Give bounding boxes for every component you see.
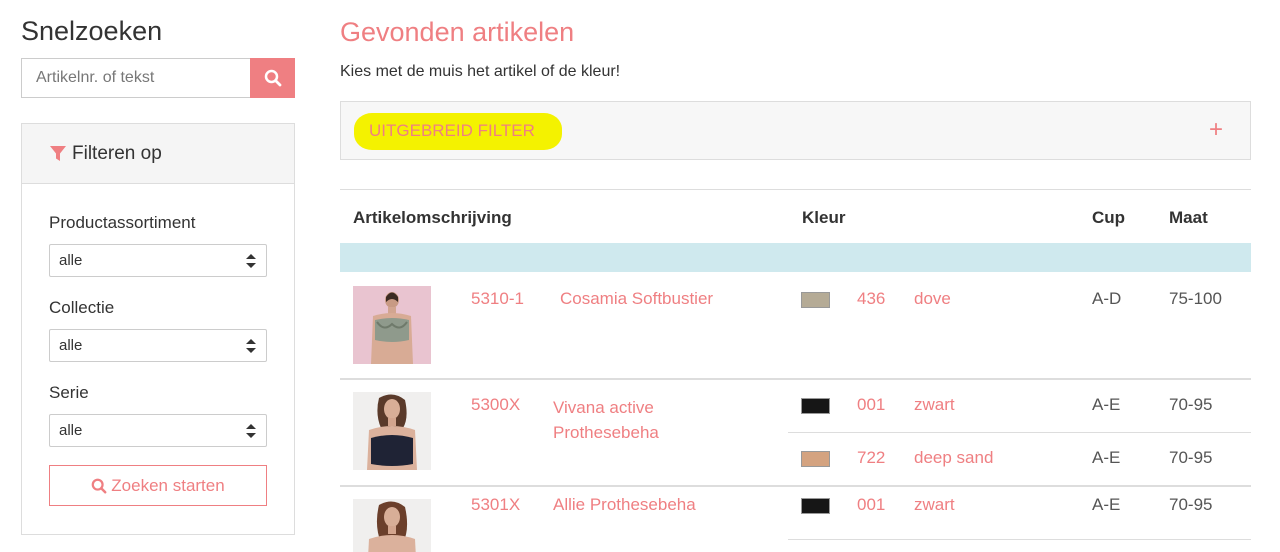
size-value: 70-95	[1169, 395, 1213, 414]
column-header-size: Maat	[1169, 208, 1208, 227]
product-photo	[353, 392, 431, 470]
color-code[interactable]: 722	[857, 448, 885, 468]
table-info-row	[340, 243, 1251, 272]
variant-divider	[788, 432, 1251, 433]
color-swatch[interactable]	[801, 292, 830, 308]
filter-icon	[50, 145, 66, 161]
color-code[interactable]: 436	[857, 289, 885, 309]
search-icon	[91, 478, 107, 493]
search-input[interactable]	[21, 58, 250, 98]
filter-panel: Filteren op Productassortiment alle Coll…	[21, 123, 295, 535]
color-name[interactable]: zwart	[914, 495, 955, 515]
search-box	[21, 58, 295, 98]
filter-label-serie: Serie	[49, 383, 89, 402]
start-search-label: Zoeken starten	[111, 475, 225, 495]
article-number[interactable]: 5301X	[471, 495, 520, 515]
page-subtitle: Kies met de muis het artikel of de kleur…	[340, 63, 621, 80]
product-thumbnail[interactable]	[353, 499, 431, 552]
cup-value: A-E	[1092, 448, 1121, 467]
size-value: 70-95	[1169, 495, 1213, 514]
article-name[interactable]: Allie Prothesebeha	[553, 495, 696, 515]
table-header: Artikelomschrijving Kleur Cup Maat	[340, 189, 1251, 243]
productassortiment-select-value: alle	[59, 252, 83, 269]
sort-arrows-icon	[246, 253, 256, 268]
column-header-color: Kleur	[802, 208, 846, 227]
plus-icon: +	[1208, 116, 1223, 143]
article-name[interactable]: Cosamia Softbustier	[560, 289, 713, 309]
product-thumbnail[interactable]	[353, 286, 431, 364]
column-header-cup: Cup	[1092, 208, 1126, 227]
articles-table: Artikelomschrijving Kleur Cup Maat 5310-…	[340, 189, 1251, 552]
color-code[interactable]: 001	[857, 395, 885, 415]
sort-arrows-icon	[246, 423, 256, 438]
filter-label-productassortiment: Productassortiment	[49, 213, 196, 232]
cup-value: A-D	[1092, 289, 1122, 308]
size-value: 75-100	[1169, 289, 1222, 308]
color-name[interactable]: zwart	[914, 395, 955, 415]
quick-search-title: Snelzoeken	[21, 16, 163, 46]
search-button[interactable]	[250, 58, 295, 98]
start-search-button[interactable]: Zoeken starten	[49, 465, 267, 506]
table-row[interactable]: 5300X Vivana active Prothesebeha 001 zwa…	[340, 380, 1251, 485]
article-name[interactable]: Vivana active Prothesebeha	[553, 395, 713, 445]
article-number[interactable]: 5300X	[471, 395, 520, 415]
color-swatch[interactable]	[801, 498, 830, 514]
serie-select-value: alle	[59, 422, 83, 439]
color-name[interactable]: dove	[914, 289, 951, 309]
color-swatch[interactable]	[801, 451, 830, 467]
variant-divider	[788, 539, 1251, 540]
page-title: Gevonden artikelen	[340, 17, 575, 47]
filter-label-collectie: Collectie	[49, 298, 115, 317]
product-photo	[353, 499, 431, 552]
color-swatch[interactable]	[801, 398, 830, 414]
color-name[interactable]: deep sand	[914, 448, 993, 468]
collectie-select-value: alle	[59, 337, 83, 354]
collectie-select[interactable]: alle	[49, 329, 267, 362]
advanced-filter-label: UITGEBREID FILTER	[369, 121, 535, 140]
productassortiment-select[interactable]: alle	[49, 244, 267, 277]
search-icon	[264, 69, 281, 87]
advanced-filter-toggle[interactable]: UITGEBREID FILTER +	[340, 101, 1251, 160]
serie-select[interactable]: alle	[49, 414, 267, 447]
cup-value: A-E	[1092, 495, 1121, 514]
sort-arrows-icon	[246, 338, 256, 353]
table-row[interactable]: 5301X Allie Prothesebeha 001 zwart A-E 7…	[340, 487, 1251, 552]
product-thumbnail[interactable]	[353, 392, 431, 470]
table-row[interactable]: 5310-1 Cosamia Softbustier 436 dove A-D …	[340, 272, 1251, 378]
article-number[interactable]: 5310-1	[471, 289, 524, 309]
filter-panel-title: Filteren op	[72, 142, 162, 164]
size-value: 70-95	[1169, 448, 1213, 467]
product-photo	[353, 286, 431, 364]
cup-value: A-E	[1092, 395, 1121, 414]
filter-panel-header: Filteren op	[22, 124, 294, 184]
column-header-description: Artikelomschrijving	[353, 208, 512, 227]
color-code[interactable]: 001	[857, 495, 885, 515]
